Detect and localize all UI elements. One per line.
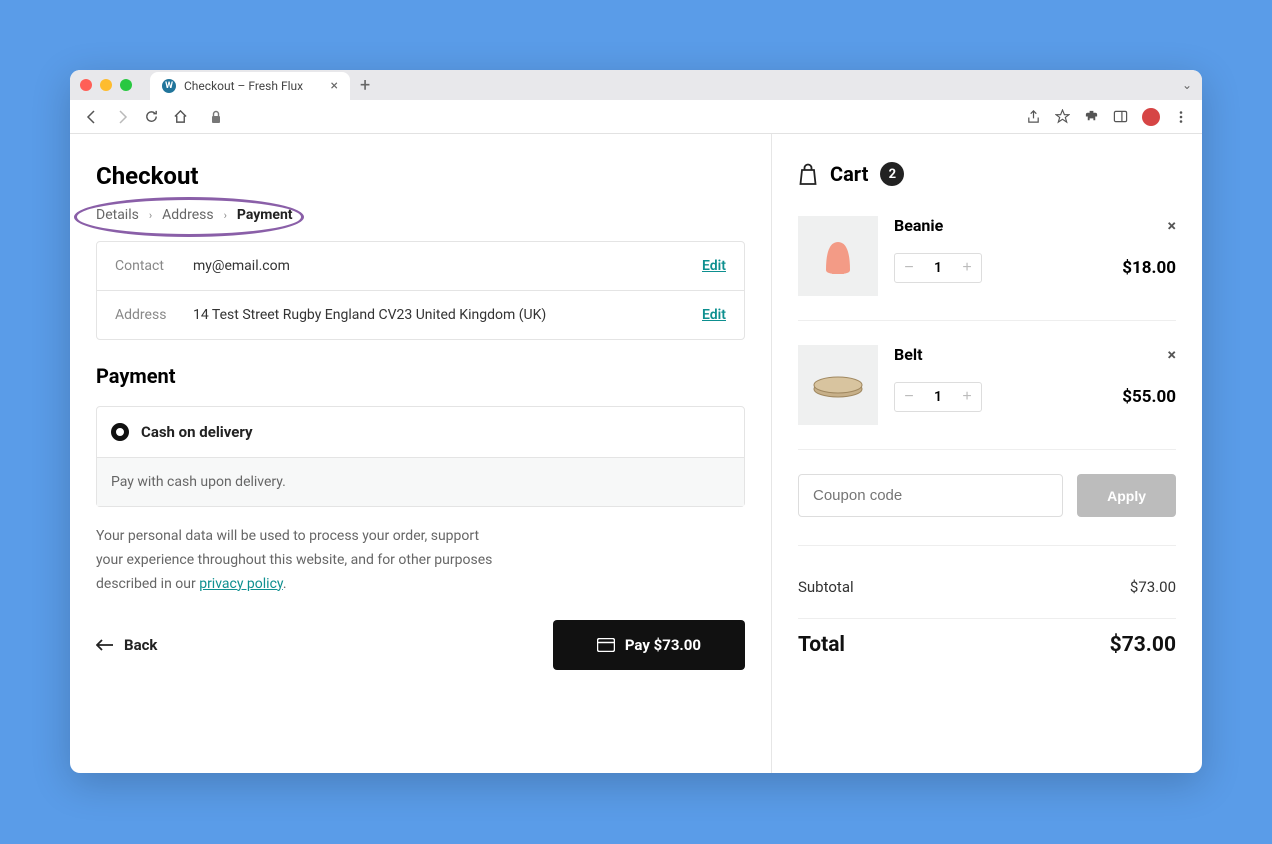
- new-tab-button[interactable]: +: [360, 75, 370, 96]
- pay-button-label: Pay $73.00: [625, 636, 701, 654]
- cart-item-image: [798, 216, 878, 296]
- qty-value: 1: [923, 260, 953, 276]
- total-value: $73.00: [1110, 633, 1176, 657]
- window-controls: [80, 79, 132, 91]
- payment-option-description: Pay with cash upon delivery.: [97, 457, 744, 506]
- decrease-qty-button[interactable]: −: [895, 254, 923, 282]
- subtotal-label: Subtotal: [798, 578, 854, 596]
- browser-tab[interactable]: W Checkout – Fresh Flux ×: [150, 72, 350, 100]
- increase-qty-button[interactable]: +: [953, 254, 981, 282]
- privacy-policy-link[interactable]: privacy policy: [199, 576, 283, 592]
- remove-item-button[interactable]: ×: [1168, 216, 1177, 235]
- contact-label: Contact: [115, 258, 193, 274]
- total-label: Total: [798, 633, 845, 657]
- card-icon: [597, 638, 615, 652]
- sidepanel-icon[interactable]: [1113, 109, 1128, 124]
- maximize-window-button[interactable]: [120, 79, 132, 91]
- back-button-label: Back: [124, 636, 157, 654]
- bag-icon: [798, 163, 818, 185]
- bookmark-star-icon[interactable]: [1055, 109, 1070, 124]
- cart-item-price: $55.00: [1122, 387, 1176, 407]
- minimize-window-button[interactable]: [100, 79, 112, 91]
- payment-heading: Payment: [96, 364, 745, 388]
- cart-item: Belt × − 1 + $55.00: [798, 345, 1176, 450]
- coupon-input[interactable]: [798, 474, 1063, 517]
- menu-icon[interactable]: [1174, 110, 1188, 124]
- radio-selected-icon: [111, 423, 129, 441]
- forward-icon[interactable]: [114, 109, 130, 125]
- back-button[interactable]: Back: [96, 636, 157, 654]
- breadcrumb: Details › Address › Payment: [96, 207, 293, 223]
- close-window-button[interactable]: [80, 79, 92, 91]
- chevron-right-icon: ›: [149, 209, 152, 222]
- edit-address-link[interactable]: Edit: [702, 307, 726, 323]
- share-icon[interactable]: [1026, 109, 1041, 124]
- remove-item-button[interactable]: ×: [1168, 345, 1177, 364]
- payment-method-box: Cash on delivery Pay with cash upon deli…: [96, 406, 745, 507]
- quantity-stepper: − 1 +: [894, 253, 982, 283]
- favicon-icon: W: [162, 79, 176, 93]
- extensions-icon[interactable]: [1084, 109, 1099, 124]
- cart-item-name: Beanie: [894, 216, 943, 235]
- page-title: Checkout: [96, 162, 745, 190]
- apply-coupon-button[interactable]: Apply: [1077, 474, 1176, 517]
- cart-item-price: $18.00: [1122, 258, 1176, 278]
- close-tab-button[interactable]: ×: [331, 78, 338, 94]
- chevron-right-icon: ›: [224, 209, 227, 222]
- payment-option-label: Cash on delivery: [141, 423, 253, 441]
- payment-option-cod[interactable]: Cash on delivery: [97, 407, 744, 457]
- cart-header: Cart 2: [798, 162, 1176, 186]
- back-icon[interactable]: [84, 109, 100, 125]
- expand-tabs-button[interactable]: ⌄: [1182, 78, 1192, 92]
- cart-heading: Cart: [830, 162, 868, 186]
- cart-item: Beanie × − 1 + $18.00: [798, 216, 1176, 321]
- contact-value: my@email.com: [193, 258, 702, 274]
- tab-title: Checkout – Fresh Flux: [184, 79, 303, 93]
- increase-qty-button[interactable]: +: [953, 383, 981, 411]
- subtotal-value: $73.00: [1130, 578, 1176, 596]
- decrease-qty-button[interactable]: −: [895, 383, 923, 411]
- qty-value: 1: [923, 389, 953, 405]
- pay-button[interactable]: Pay $73.00: [553, 620, 745, 670]
- address-label: Address: [115, 307, 193, 323]
- cart-item-image: [798, 345, 878, 425]
- browser-toolbar: [70, 100, 1202, 134]
- breadcrumb-step-address[interactable]: Address: [162, 207, 213, 223]
- breadcrumb-step-details[interactable]: Details: [96, 207, 139, 223]
- cart-item-name: Belt: [894, 345, 923, 364]
- quantity-stepper: − 1 +: [894, 382, 982, 412]
- home-icon[interactable]: [173, 109, 188, 124]
- info-summary-box: Contact my@email.com Edit Address 14 Tes…: [96, 241, 745, 340]
- address-value: 14 Test Street Rugby England CV23 United…: [193, 307, 702, 323]
- browser-tab-bar: W Checkout – Fresh Flux × + ⌄: [70, 70, 1202, 100]
- cart-count-badge: 2: [880, 162, 904, 186]
- edit-contact-link[interactable]: Edit: [702, 258, 726, 274]
- breadcrumb-step-payment: Payment: [237, 207, 293, 223]
- reload-icon[interactable]: [144, 109, 159, 124]
- lock-icon: [210, 110, 222, 124]
- privacy-notice: Your personal data will be used to proce…: [96, 525, 496, 596]
- arrow-left-icon: [96, 639, 114, 651]
- profile-avatar-icon[interactable]: [1142, 108, 1160, 126]
